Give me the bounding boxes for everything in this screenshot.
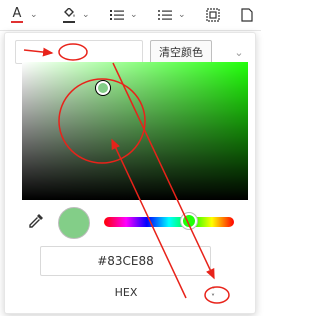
- hue-slider-thumb[interactable]: [180, 213, 197, 229]
- table-icon: [202, 4, 224, 26]
- saturation-value-cursor[interactable]: [96, 81, 111, 96]
- mode-toggle-button[interactable]: ˄ ˅: [206, 287, 220, 302]
- bullet-list-button[interactable]: ⌄: [154, 4, 186, 26]
- page-icon: [236, 4, 258, 26]
- page-button[interactable]: [236, 4, 258, 26]
- hue-slider[interactable]: [104, 217, 234, 227]
- saturation-value-area[interactable]: [22, 62, 248, 200]
- chevron-down-icon: ⌄: [30, 10, 38, 20]
- clear-color-button[interactable]: 清空颜色: [150, 40, 212, 64]
- chevron-down-icon: ⌄: [130, 10, 138, 20]
- eyedropper-icon[interactable]: [28, 213, 44, 229]
- font-color-button[interactable]: A ⌄: [6, 4, 38, 26]
- paint-bucket-icon: [64, 7, 75, 17]
- background-toolbar-fragment: ⌄: [234, 45, 244, 59]
- ordered-list-button[interactable]: ⌄: [106, 4, 138, 26]
- font-color-icon: A: [11, 6, 23, 23]
- color-value-trigger[interactable]: [15, 40, 143, 64]
- chevron-down-icon: ˅: [211, 293, 215, 302]
- chevron-down-icon: ⌄: [178, 10, 186, 20]
- hex-input[interactable]: [40, 246, 211, 276]
- editor-toolbar: A ⌄ ⌄ ⌄ ⌄: [0, 0, 261, 31]
- fill-color-icon: [58, 4, 80, 26]
- table-button[interactable]: [202, 4, 224, 26]
- color-preview-swatch: [58, 207, 90, 239]
- fill-color-button[interactable]: ⌄: [58, 4, 90, 26]
- color-mode-label: HEX: [114, 286, 138, 299]
- bullet-list-icon: [154, 4, 176, 26]
- chevron-down-icon: ⌄: [82, 10, 90, 20]
- ordered-list-icon: [106, 4, 128, 26]
